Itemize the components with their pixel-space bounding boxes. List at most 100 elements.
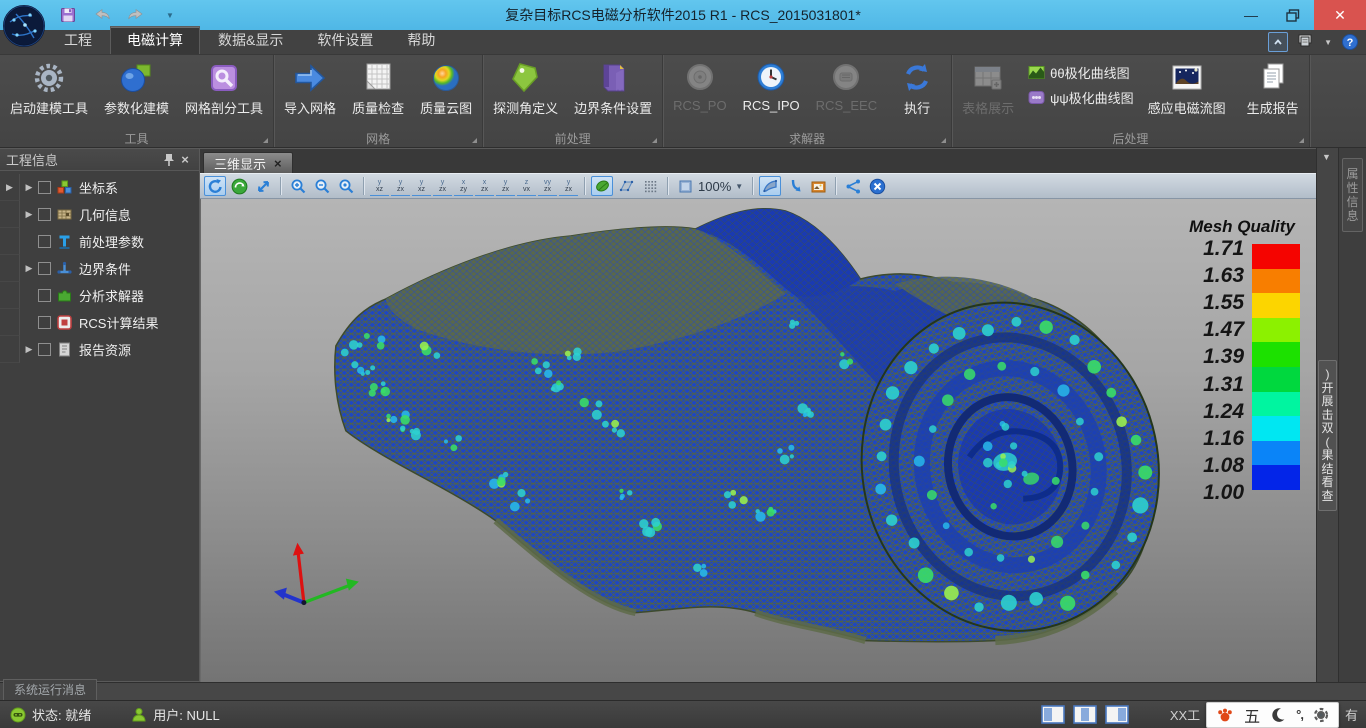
surface-select-button[interactable] bbox=[759, 176, 781, 196]
wire-grid-mode-button[interactable] bbox=[639, 176, 661, 196]
zoom-fit-button[interactable] bbox=[335, 176, 357, 196]
view-xz-button[interactable]: yxz bbox=[370, 176, 389, 196]
menu-tab-4[interactable]: 软件设置 bbox=[301, 27, 389, 54]
zoom-caret-icon[interactable]: ▼ bbox=[735, 182, 743, 191]
status-ready-icon bbox=[10, 707, 26, 723]
tree-expander-icon[interactable]: ▶ bbox=[20, 209, 38, 220]
rotate-view-button[interactable] bbox=[204, 176, 226, 196]
collapse-ribbon-button[interactable] bbox=[1268, 32, 1288, 52]
parametric-modeling-button[interactable]: 参数化建模 bbox=[96, 59, 177, 119]
boundary-settings-button[interactable]: 边界条件设置 bbox=[566, 59, 660, 119]
ime-toolbar[interactable]: 五 °, bbox=[1206, 702, 1339, 728]
tree-gutter[interactable]: ▶ bbox=[0, 174, 20, 201]
viewport-3d[interactable]: Mesh Quality 1.711.631.551.471.391.311.2… bbox=[200, 199, 1316, 682]
pin-icon[interactable] bbox=[161, 152, 177, 168]
orbit-view-button[interactable] bbox=[228, 176, 250, 196]
tree-expander-icon[interactable]: ▶ bbox=[20, 344, 38, 355]
tree-checkbox[interactable] bbox=[38, 316, 51, 329]
tree-checkbox[interactable] bbox=[38, 289, 51, 302]
quality-cloud-button[interactable]: 质量云图 bbox=[412, 59, 480, 119]
layout-right-button[interactable] bbox=[1104, 705, 1130, 725]
share-icon bbox=[845, 178, 862, 195]
quick-access-caret-icon[interactable]: ▼ bbox=[160, 6, 180, 24]
tree-checkbox[interactable] bbox=[38, 181, 51, 194]
app-logo-icon[interactable] bbox=[2, 2, 46, 48]
menu-tab-2[interactable]: 电磁计算 bbox=[110, 26, 200, 54]
panel-close-icon[interactable]: × bbox=[177, 152, 193, 168]
drop-import-button[interactable] bbox=[783, 176, 805, 196]
pan-view-button[interactable] bbox=[252, 176, 274, 196]
ime-settings-icon[interactable] bbox=[1313, 707, 1329, 723]
dock-caret-icon[interactable]: ▼ bbox=[1322, 152, 1331, 162]
probe-angle-define-button[interactable]: 探测角定义 bbox=[485, 59, 566, 119]
close-button[interactable]: ✕ bbox=[1314, 0, 1366, 30]
undo-button[interactable] bbox=[92, 6, 112, 24]
help-button[interactable]: ? bbox=[1340, 32, 1360, 52]
tab-properties[interactable]: 属性信息 bbox=[1342, 158, 1363, 232]
zoom-out-button[interactable] bbox=[311, 176, 333, 196]
snapshot-button[interactable] bbox=[807, 176, 829, 196]
induced-current-map-button[interactable]: 感应电磁流图 bbox=[1140, 59, 1234, 119]
tree-gutter bbox=[0, 255, 20, 282]
rcs-ipo-button[interactable]: RCS_IPO bbox=[735, 59, 808, 115]
tree-item-6[interactable]: RCS计算结果 bbox=[0, 309, 199, 336]
tree-checkbox[interactable] bbox=[38, 235, 51, 248]
view-xz-2-button[interactable]: yxz bbox=[412, 176, 431, 196]
tree-item-label: 几何信息 bbox=[79, 205, 131, 224]
view-iso-4-button[interactable]: yzx bbox=[559, 176, 578, 196]
flow-display-button[interactable] bbox=[842, 176, 864, 196]
restore-button[interactable] bbox=[1272, 0, 1314, 30]
ime-wubi-mode[interactable]: 五 bbox=[1244, 703, 1260, 727]
view-zx-2-button[interactable]: yzx bbox=[433, 176, 452, 196]
ime-moon-icon[interactable] bbox=[1270, 707, 1286, 723]
tab-3d-display[interactable]: 三维显示 × bbox=[203, 152, 293, 173]
mesh-partition-tool-button[interactable]: 网格剖分工具 bbox=[177, 59, 271, 119]
tree-item-2[interactable]: ▶ 几何信息 bbox=[0, 201, 199, 228]
launch-modeling-tool-button[interactable]: 启动建模工具 bbox=[2, 59, 96, 119]
mesh-model[interactable] bbox=[201, 199, 1316, 682]
tree-checkbox[interactable] bbox=[38, 208, 51, 221]
menu-tab-3[interactable]: 数据&显示 bbox=[202, 27, 299, 54]
tree-checkbox[interactable] bbox=[38, 262, 51, 275]
psi-polarization-curve-button[interactable]: ψψ极化曲线图 bbox=[1028, 88, 1134, 107]
view-zx-button[interactable]: yzx bbox=[391, 176, 410, 196]
flat-mode-button[interactable] bbox=[615, 176, 637, 196]
tree-expander-icon[interactable]: ▶ bbox=[20, 263, 38, 274]
window-style-caret-icon[interactable]: ▼ bbox=[1324, 38, 1332, 47]
minimize-button[interactable]: — bbox=[1230, 0, 1272, 30]
zoom-level-control[interactable]: 100%▼ bbox=[674, 178, 746, 195]
layout-left-button[interactable] bbox=[1040, 705, 1066, 725]
ime-punctuation-mode[interactable]: °, bbox=[1296, 707, 1303, 722]
save-button[interactable] bbox=[58, 6, 78, 24]
tree-item-4[interactable]: ▶边界条件 bbox=[0, 255, 199, 282]
window-style-button[interactable] bbox=[1296, 32, 1316, 52]
clear-view-button[interactable] bbox=[866, 176, 888, 196]
menu-tab-5[interactable]: 帮助 bbox=[391, 27, 451, 54]
redo-button[interactable] bbox=[126, 6, 146, 24]
menu-tab-1[interactable]: 工程 bbox=[48, 27, 108, 54]
quality-check-button[interactable]: 质量检查 bbox=[344, 59, 412, 119]
import-mesh-button[interactable]: 导入网格 bbox=[276, 59, 344, 119]
theta-polarization-curve-button[interactable]: θθ极化曲线图 bbox=[1028, 63, 1134, 82]
tab-system-messages[interactable]: 系统运行消息 bbox=[3, 679, 97, 700]
view-iso-1-button[interactable]: yzx bbox=[496, 176, 515, 196]
tree-checkbox[interactable] bbox=[38, 343, 51, 356]
execute-button[interactable]: 执行 bbox=[885, 59, 949, 119]
view-iso-3-button[interactable]: vyzx bbox=[538, 176, 557, 196]
tree-item-5[interactable]: 分析求解器 bbox=[0, 282, 199, 309]
generate-report-button[interactable]: 生成报告 bbox=[1239, 59, 1307, 119]
tree-item-1[interactable]: ▶▶坐标系 bbox=[0, 174, 199, 201]
tab-view-results[interactable]: )开展击双(果结看查 bbox=[1318, 360, 1337, 511]
shaded-mode-button[interactable] bbox=[591, 176, 613, 196]
view-zy-button[interactable]: xzy bbox=[454, 176, 473, 196]
tree-item-7[interactable]: ▶报告资源 bbox=[0, 336, 199, 363]
layout-center-button[interactable] bbox=[1072, 705, 1098, 725]
tree-expander-icon[interactable]: ▶ bbox=[20, 182, 38, 193]
vertical-tab-char: 展 bbox=[1321, 395, 1333, 409]
tree-item-3[interactable]: 前处理参数 bbox=[0, 228, 199, 255]
view-iso-2-button[interactable]: zvx bbox=[517, 176, 536, 196]
view-zx-3-button[interactable]: xzx bbox=[475, 176, 494, 196]
tab-close-icon[interactable]: × bbox=[274, 156, 282, 171]
zoom-in-button[interactable] bbox=[287, 176, 309, 196]
ime-baidu-icon[interactable] bbox=[1216, 706, 1234, 724]
